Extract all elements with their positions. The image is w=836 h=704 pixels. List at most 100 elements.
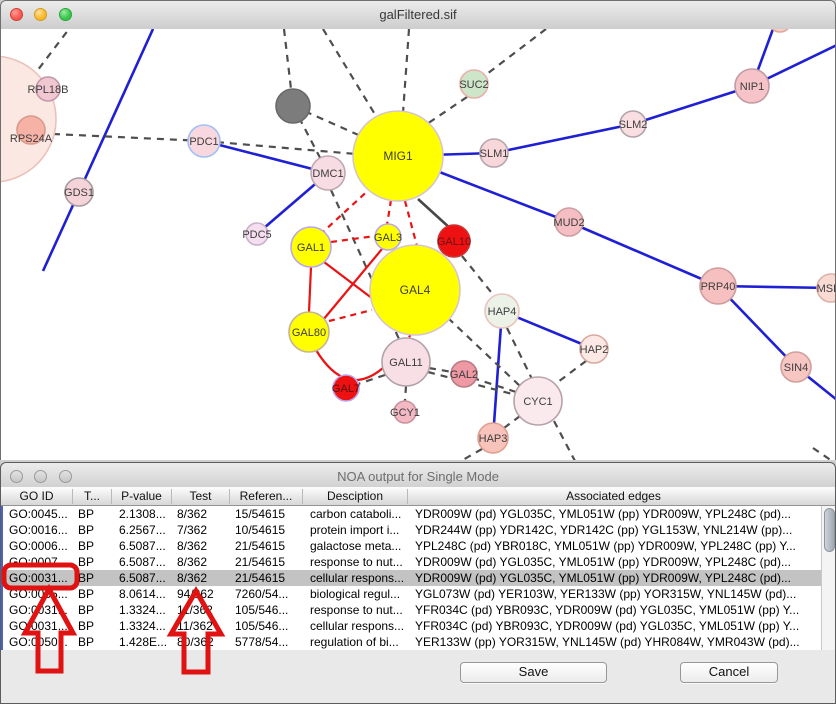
vertical-scrollbar[interactable] bbox=[821, 506, 836, 650]
table-cell: 6.5087... bbox=[113, 538, 173, 554]
graph-edge[interactable] bbox=[329, 310, 372, 321]
table-cell: 6.2567... bbox=[113, 522, 173, 538]
graph-node-label: SIN4 bbox=[784, 362, 808, 374]
table-header[interactable]: GO IDT...P-valueTestReferen...Desciption… bbox=[1, 487, 836, 506]
graph-edge[interactable] bbox=[427, 97, 467, 124]
graph-node-label: GAL80 bbox=[292, 327, 326, 339]
graph-edge[interactable] bbox=[309, 267, 311, 312]
graph-edge[interactable] bbox=[813, 448, 832, 460]
table-row[interactable]: GO:0031...BP6.5087...8/36221/54615cellul… bbox=[3, 570, 821, 586]
table-row[interactable]: GO:0031...BP1.3324...11/362105/546...cel… bbox=[3, 618, 821, 634]
table-cell: 21/54615 bbox=[231, 570, 304, 586]
graph-node-label: SLM2 bbox=[619, 119, 648, 131]
table-cell: 94/362 bbox=[173, 586, 231, 602]
table-row[interactable]: GO:0031...BP1.3324...11/362105/546...res… bbox=[3, 602, 821, 618]
table-cell: galactose meta... bbox=[304, 538, 409, 554]
table-cell: cellular respons... bbox=[304, 570, 409, 586]
graph-node-label: GAL1 bbox=[297, 242, 325, 254]
graph-edge[interactable] bbox=[461, 449, 482, 460]
graph-node-label: PDC5 bbox=[242, 229, 271, 241]
column-header-2[interactable]: P-value bbox=[111, 489, 171, 504]
table-row[interactable]: GO:0050...BP1.428E...80/3625778/54...reg… bbox=[3, 634, 821, 650]
graph-edge[interactable] bbox=[462, 256, 495, 297]
graph-node-label: HAP4 bbox=[488, 306, 517, 318]
network-window-title: galFiltered.sif bbox=[1, 7, 835, 22]
graph-node-label: GDS1 bbox=[64, 187, 94, 199]
graph-edge[interactable] bbox=[494, 124, 633, 153]
graph-edge[interactable] bbox=[324, 262, 377, 302]
table-row[interactable]: GO:0065...BP8.0614...94/3627260/54...bio… bbox=[3, 586, 821, 602]
table-cell: 1.3324... bbox=[113, 618, 173, 634]
graph-edge[interactable] bbox=[554, 421, 575, 460]
graph-edge[interactable] bbox=[405, 386, 406, 401]
table-cell: carbon cataboli... bbox=[304, 506, 409, 522]
table-cell: 10/54615 bbox=[231, 522, 304, 538]
graph-node-unnamed-gray[interactable] bbox=[276, 89, 310, 123]
table-cell: BP bbox=[74, 602, 113, 618]
graph-edge[interactable] bbox=[483, 29, 546, 77]
graph-edge[interactable] bbox=[53, 134, 204, 141]
graph-edge[interactable] bbox=[79, 29, 153, 192]
table-cell: 15/54615 bbox=[231, 506, 304, 522]
table-row[interactable]: GO:0007...BP6.5087...8/36221/54615respon… bbox=[3, 554, 821, 570]
graph-edge[interactable] bbox=[507, 328, 532, 379]
noa-window: NOA output for Single Mode GO IDT...P-va… bbox=[0, 462, 836, 704]
table-cell: 8/362 bbox=[173, 570, 231, 586]
table-row[interactable]: GO:0045...BP2.1308...8/36215/54615carbon… bbox=[3, 506, 821, 522]
table-cell: 1.3324... bbox=[113, 602, 173, 618]
column-header-3[interactable]: Test bbox=[171, 489, 229, 504]
graph-edge[interactable] bbox=[331, 236, 375, 242]
graph-node-label: GAL10 bbox=[437, 236, 471, 248]
graph-edge[interactable] bbox=[418, 199, 451, 229]
table-cell: 2.1308... bbox=[113, 506, 173, 522]
save-button[interactable]: Save bbox=[460, 662, 607, 683]
graph-node-label: MIG1 bbox=[383, 149, 413, 163]
table-cell: BP bbox=[74, 522, 113, 538]
graph-node-label: PRP40 bbox=[701, 281, 736, 293]
column-header-5[interactable]: Desciption bbox=[302, 489, 407, 504]
graph-edge[interactable] bbox=[204, 141, 328, 173]
column-header-6[interactable]: Associated edges bbox=[407, 489, 819, 504]
table-cell: GO:0050... bbox=[3, 634, 74, 650]
table-cell: response to nut... bbox=[304, 602, 409, 618]
table-cell: protein import i... bbox=[304, 522, 409, 538]
column-header-0[interactable]: GO ID bbox=[1, 489, 72, 504]
graph-edge[interactable] bbox=[493, 311, 502, 438]
table-cell: 105/546... bbox=[231, 618, 304, 634]
graph-edge[interactable] bbox=[569, 222, 718, 286]
table-row[interactable]: GO:0006...BP6.5087...8/36221/54615galact… bbox=[3, 538, 821, 554]
network-canvas[interactable]: RPL18BRPS24AGDS1PDC1MIG1SUC2SLM1SLM2NIP1… bbox=[1, 29, 836, 460]
graph-node-label: RPL18B bbox=[28, 84, 69, 96]
table-cell: BP bbox=[74, 538, 113, 554]
graph-node-label: SLM1 bbox=[480, 148, 509, 160]
graph-edge[interactable] bbox=[429, 368, 452, 372]
column-header-4[interactable]: Referen... bbox=[229, 489, 302, 504]
network-titlebar[interactable]: galFiltered.sif bbox=[1, 1, 835, 30]
table-cell: YDR009W (pd) YGL035C, YML051W (pp) YDR00… bbox=[409, 506, 821, 522]
graph-edge[interactable] bbox=[633, 86, 752, 124]
graph-edge[interactable] bbox=[31, 29, 69, 79]
graph-edge[interactable] bbox=[323, 186, 373, 232]
table-cell: YGL073W (pd) YER103W, YER133W (pp) YOR31… bbox=[409, 586, 821, 602]
table-row[interactable]: GO:0016...BP6.2567...7/36210/54615protei… bbox=[3, 522, 821, 538]
graph-edge[interactable] bbox=[554, 361, 586, 385]
scrollbar-thumb[interactable] bbox=[824, 508, 835, 552]
table-cell: GO:0006... bbox=[3, 538, 74, 554]
graph-node-label: MUD2 bbox=[553, 217, 584, 229]
graph-node-label: MSL1 bbox=[817, 283, 836, 295]
table-cell: YFR034C (pd) YBR093C, YDR009W (pd) YGL03… bbox=[409, 618, 821, 634]
column-header-1[interactable]: T... bbox=[72, 489, 111, 504]
table-cell: 8/362 bbox=[173, 538, 231, 554]
graph-edge[interactable] bbox=[405, 201, 417, 246]
table-cell: 6.5087... bbox=[113, 554, 173, 570]
graph-edge[interactable] bbox=[504, 416, 520, 428]
cancel-button[interactable]: Cancel bbox=[680, 662, 778, 683]
table-cell: 21/54615 bbox=[231, 554, 304, 570]
graph-node-label: NIP1 bbox=[740, 81, 764, 93]
graph-edge[interactable] bbox=[403, 29, 409, 113]
table-cell: 11/362 bbox=[173, 602, 231, 618]
graph-node-label: GAL2 bbox=[450, 369, 478, 381]
graph-node-label: SUC2 bbox=[459, 79, 488, 91]
graph-edge[interactable] bbox=[387, 200, 391, 225]
graph-edge[interactable] bbox=[323, 29, 379, 121]
